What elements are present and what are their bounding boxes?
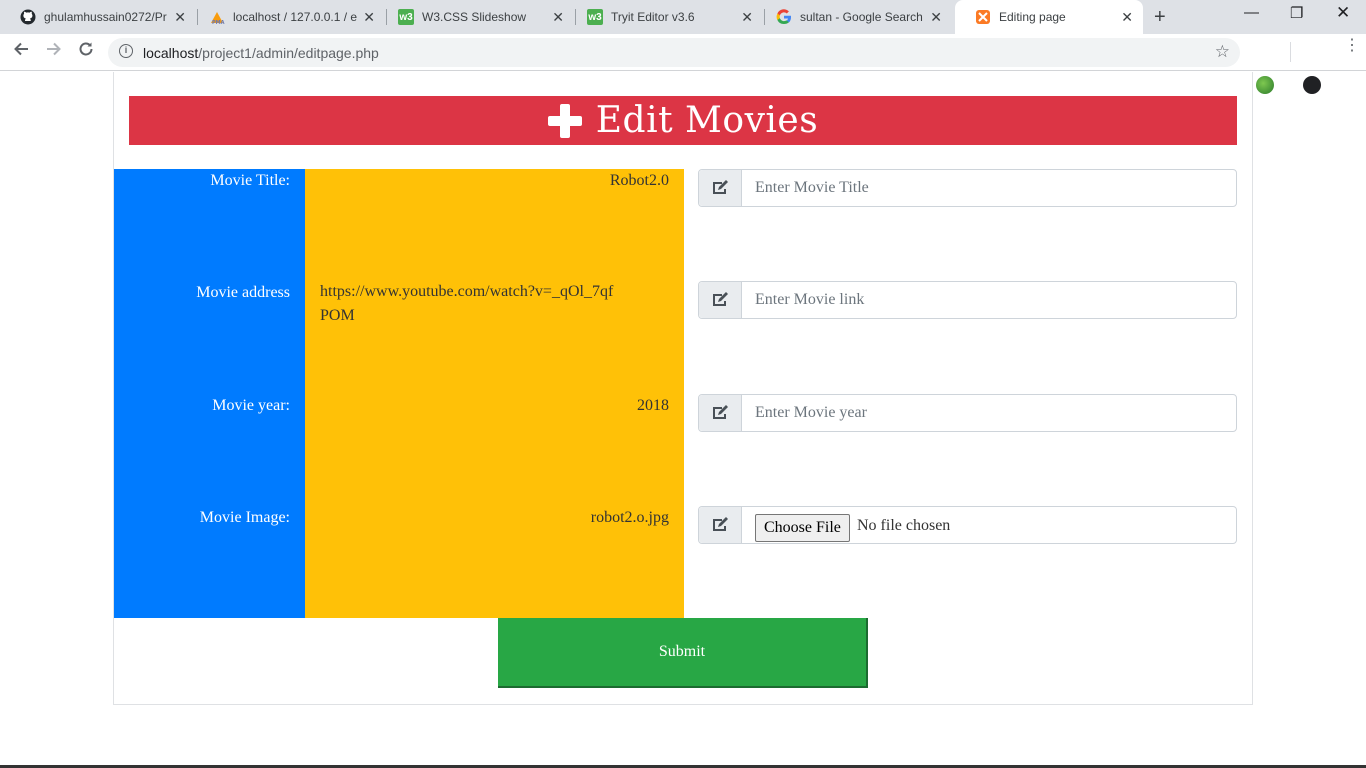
w3-icon: w3 [587,9,603,25]
tab-title: ghulamhussain0272/Pr [44,10,167,24]
xampp-icon [975,9,991,25]
new-tab-plus-icon[interactable]: + [1154,6,1166,29]
google-icon [776,9,792,25]
file-status-text: No file chosen [857,517,951,534]
reload-icon[interactable] [77,40,95,63]
w3-icon: w3 [398,9,414,25]
extension-globe-icon[interactable] [1256,76,1274,94]
movie-year-input-group [698,394,1237,432]
value-column: Robot2.0 https://www.youtube.com/watch?v… [305,169,684,618]
tab-editing-page[interactable]: Editing page ✕ [955,0,1143,34]
movie-title-input-group [698,169,1237,207]
label-column: Movie Title: Movie address Movie year: M… [114,169,305,618]
movie-year-input[interactable] [743,395,1236,431]
tab-title: localhost / 127.0.0.1 / e [233,10,358,24]
choose-file-button[interactable]: Choose File [755,514,850,542]
movie-link-input[interactable] [743,282,1236,318]
close-icon[interactable]: ✕ [1121,10,1133,24]
edit-icon [699,282,742,318]
movie-title-input[interactable] [743,170,1236,206]
movie-address-label: Movie address [196,284,290,301]
movie-title-value: Robot2.0 [609,172,669,189]
edit-icon [699,395,742,431]
movie-image-value: robot2.o.jpg [590,509,669,526]
page-header-banner: Edit Movies [129,96,1237,145]
window-close-icon[interactable]: ✕ [1336,3,1350,23]
movie-year-label: Movie year: [212,397,290,414]
tab-title: Tryit Editor v3.6 [611,10,695,24]
close-icon[interactable]: ✕ [930,10,942,24]
movie-image-input-group: Choose File No file chosen [698,506,1237,544]
restore-icon[interactable]: ❐ [1290,4,1303,22]
bookmark-star-icon[interactable]: ☆ [1215,42,1230,62]
toolbar-divider [1290,42,1291,62]
close-icon[interactable]: ✕ [174,10,186,24]
close-icon[interactable]: ✕ [552,10,564,24]
back-arrow-icon[interactable] [12,40,30,63]
menu-dots-icon[interactable]: ⋮ [1344,38,1360,54]
edit-icon [699,170,742,206]
submit-button[interactable]: Submit [498,618,868,688]
movie-link-input-group [698,281,1237,319]
movie-address-value: https://www.youtube.com/watch?v=_qOl_7qf… [320,283,614,324]
tab-bar: ghulamhussain0272/Pr ✕ PMA localhost / 1… [0,0,1366,34]
tab-github[interactable]: ghulamhussain0272/Pr ✕ [0,0,196,34]
close-icon[interactable]: ✕ [363,10,375,24]
tab-google-search[interactable]: sultan - Google Search ✕ [756,0,952,34]
page-title: Edit Movies [595,100,819,141]
plus-icon [547,103,582,138]
url-host: localhost [143,45,199,61]
forward-arrow-icon[interactable] [45,40,63,63]
address-bar[interactable]: i localhost/project1/admin/editpage.php … [108,38,1240,67]
tab-w3-slideshow[interactable]: w3 W3.CSS Slideshow ✕ [378,0,574,34]
edit-icon [699,507,742,543]
movie-image-label: Movie Image: [199,509,290,526]
profile-avatar[interactable] [1303,76,1321,94]
tab-title: Editing page [999,10,1066,24]
close-icon[interactable]: ✕ [741,10,753,24]
svg-text:PMA: PMA [212,20,225,25]
tab-title: sultan - Google Search [800,10,923,24]
url-path: /project1/admin/editpage.php [198,45,379,61]
phpmyadmin-icon: PMA [209,9,225,25]
info-icon[interactable]: i [119,44,133,58]
edit-movie-card: Edit Movies Movie Title: Movie address M… [113,72,1253,705]
tab-phpmyadmin[interactable]: PMA localhost / 127.0.0.1 / e ✕ [189,0,385,34]
url-text: localhost/project1/admin/editpage.php [143,45,379,61]
minimize-icon[interactable]: — [1244,4,1259,21]
movie-year-value: 2018 [637,397,669,414]
github-icon [20,9,36,25]
movie-title-label: Movie Title: [210,172,290,189]
tab-tryit-editor[interactable]: w3 Tryit Editor v3.6 ✕ [567,0,763,34]
tab-title: W3.CSS Slideshow [422,10,527,24]
browser-toolbar: i localhost/project1/admin/editpage.php … [0,34,1366,94]
